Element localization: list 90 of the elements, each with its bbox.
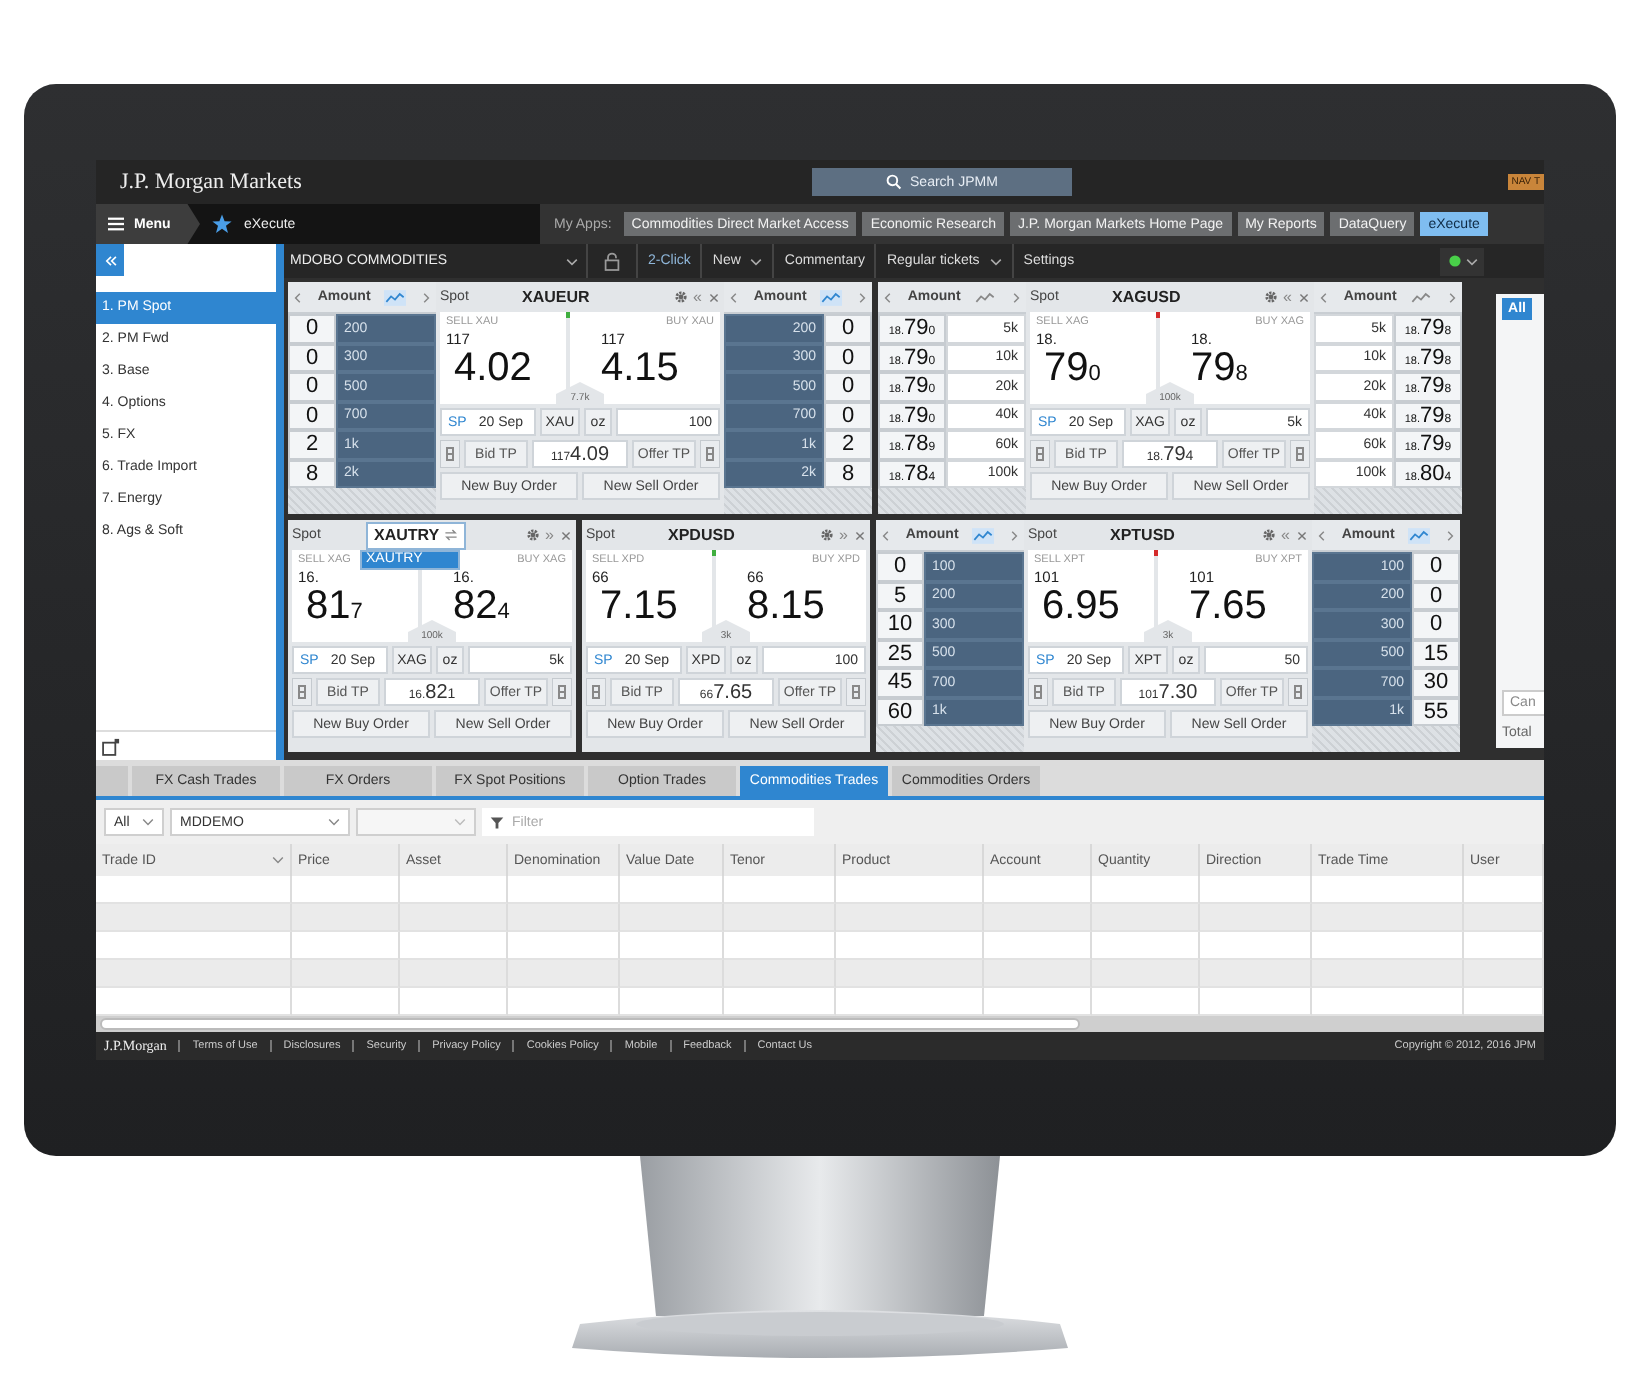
symbol-title: XPDUSD	[668, 526, 735, 544]
symbol-title: XAGUSD	[1112, 288, 1181, 306]
ladder-value-cell[interactable]: 8	[288, 459, 336, 488]
pin-icon[interactable]	[586, 678, 606, 706]
pin-icon[interactable]	[846, 678, 866, 706]
ladder-value-cell[interactable]: 0	[876, 552, 924, 581]
ladder-value-cell[interactable]: 0	[824, 372, 872, 401]
ladder-value-cell[interactable]: 0	[288, 372, 336, 401]
chevron-down-icon	[328, 816, 340, 828]
symbol-field[interactable]: XAUTRY	[366, 521, 466, 549]
chevron-left-icon[interactable]	[882, 291, 894, 303]
chevron-right-icon[interactable]	[419, 291, 432, 303]
ladder-value-cell[interactable]: 30	[1412, 668, 1460, 697]
ladder-value-cell[interactable]: 0	[1412, 581, 1460, 610]
chevron-down-icon	[1465, 255, 1477, 267]
settings-icon[interactable]	[819, 528, 834, 542]
ladder-value-cell[interactable]: 15	[1412, 639, 1460, 668]
ladder-value-cell[interactable]: 0	[288, 401, 336, 430]
close-icon[interactable]	[1298, 291, 1310, 303]
status-dot-icon	[1447, 254, 1461, 268]
chevron-right-icon[interactable]	[1007, 529, 1020, 541]
pin-icon[interactable]	[1290, 440, 1310, 468]
chevron-right-icon[interactable]	[855, 291, 868, 303]
settings-icon[interactable]	[1263, 290, 1278, 304]
pin-icon[interactable]	[1288, 678, 1308, 706]
close-icon[interactable]	[560, 529, 572, 541]
pin-icon[interactable]	[552, 678, 572, 706]
chevron-left-icon[interactable]	[880, 529, 892, 541]
chevron-down-icon	[989, 255, 1002, 267]
dropdown-field[interactable]	[356, 808, 476, 836]
lock-icon[interactable]	[604, 251, 620, 271]
star-icon[interactable]	[212, 214, 232, 234]
pin-icon[interactable]	[292, 678, 312, 706]
ladder-value-cell[interactable]: 0	[288, 314, 336, 343]
ladder-value-cell[interactable]: 45	[876, 668, 924, 697]
chart-icon[interactable]	[974, 289, 997, 305]
ladder-value-cell[interactable]: 60	[876, 697, 924, 726]
chevron-left-icon[interactable]	[728, 291, 740, 303]
chevron-left-icon[interactable]	[1318, 291, 1330, 303]
chart-icon[interactable]	[1408, 527, 1431, 543]
new-window-icon[interactable]	[102, 737, 120, 755]
pin-icon[interactable]	[1028, 678, 1048, 706]
chevron-left-icon[interactable]	[292, 291, 304, 303]
symbol-title: XPTUSD	[1110, 526, 1175, 544]
ladder-value-cell[interactable]: 0	[824, 401, 872, 430]
chart-icon[interactable]	[1410, 289, 1433, 305]
chevron-down-icon	[750, 255, 763, 267]
ladder-value-cell[interactable]: 8	[824, 459, 872, 488]
ladder-value-cell[interactable]: 0	[824, 314, 872, 343]
double-chevron-left-icon	[103, 253, 117, 267]
scrollbar-thumb[interactable]	[100, 1018, 1080, 1030]
settings-icon[interactable]	[1261, 528, 1276, 542]
settings-icon[interactable]	[673, 290, 688, 304]
pin-icon[interactable]	[700, 440, 720, 468]
symbol-title: XAUEUR	[522, 288, 590, 306]
search-icon	[886, 174, 903, 190]
ladder-value-cell[interactable]: 0	[1412, 610, 1460, 639]
menu-icon	[108, 216, 124, 232]
scrollbar[interactable]	[96, 1016, 1544, 1032]
chevron-right-icon[interactable]	[1445, 291, 1458, 303]
filter-icon	[490, 815, 504, 829]
ladder-value-cell[interactable]: 25	[876, 639, 924, 668]
chevron-right-icon[interactable]	[1443, 529, 1456, 541]
ladder-value-cell[interactable]: 55	[1412, 697, 1460, 726]
close-icon[interactable]	[854, 529, 866, 541]
app-logo: J.P. Morgan Markets	[120, 170, 304, 194]
chevron-down-icon	[454, 816, 466, 828]
ladder-value-cell[interactable]: 0	[824, 343, 872, 372]
ladder-value-cell[interactable]: 5	[876, 581, 924, 610]
swap-icon[interactable]	[443, 528, 458, 542]
chart-icon[interactable]	[820, 289, 843, 305]
ladder-value-cell[interactable]: 2	[288, 430, 336, 459]
ladder-value-cell[interactable]: 0	[1412, 552, 1460, 581]
chevron-down-icon[interactable]	[272, 854, 284, 866]
ladder-value-cell[interactable]: 10	[876, 610, 924, 639]
collapse-sidebar-button[interactable]	[96, 244, 124, 276]
ladder-value-cell[interactable]: 0	[288, 343, 336, 372]
pin-icon[interactable]	[440, 440, 460, 468]
chevron-left-icon[interactable]	[1316, 529, 1328, 541]
connection-status-button[interactable]	[1440, 247, 1484, 275]
chevron-down-icon	[142, 816, 154, 828]
chart-icon[interactable]	[384, 289, 407, 305]
settings-icon[interactable]	[525, 528, 540, 542]
chevron-right-icon[interactable]	[1009, 291, 1022, 303]
chevron-down-icon	[566, 255, 578, 267]
chart-icon[interactable]	[972, 527, 995, 543]
pin-icon[interactable]	[1030, 440, 1050, 468]
ladder-value-cell[interactable]: 2	[824, 430, 872, 459]
close-icon[interactable]	[708, 291, 720, 303]
close-icon[interactable]	[1296, 529, 1308, 541]
